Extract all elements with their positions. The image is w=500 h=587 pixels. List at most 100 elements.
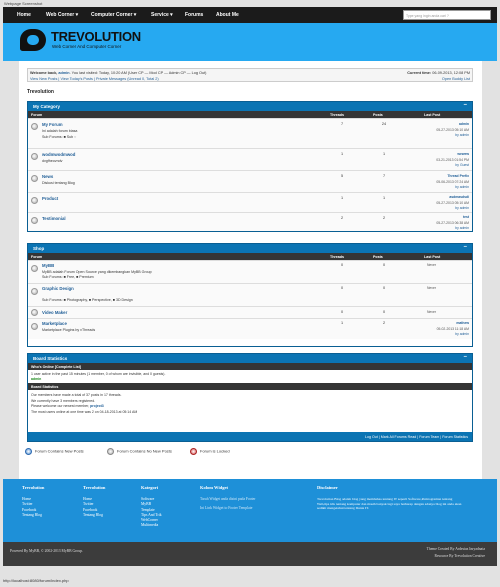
current-time-label: Current time: xyxy=(407,71,432,75)
welcome-panel: Welcome back, admin. You last visited: T… xyxy=(27,68,473,82)
nav-computer-corner[interactable]: Computer Corner ▾ xyxy=(91,12,136,18)
column-headers: Forum Threads Posts Last Post xyxy=(28,253,472,260)
last-post-author[interactable]: by admin xyxy=(455,133,469,137)
nav-forums[interactable]: Forums xyxy=(185,12,203,18)
post-count: 0 xyxy=(382,286,386,290)
forum-link[interactable]: Testimonial xyxy=(42,216,66,221)
thread-count: 1 xyxy=(340,152,344,156)
footer-col-trevolution-2: Trevolution Home Twitter Facebook Tentan… xyxy=(83,485,105,518)
category-my-category: My Category – Forum Threads Posts Last P… xyxy=(27,101,473,232)
sub-forums[interactable]: Sub Forums: ■ Sub ◌ xyxy=(42,135,76,139)
forum-link[interactable]: wodmwodmwod xyxy=(42,152,75,157)
collapse-icon[interactable]: – xyxy=(464,244,467,250)
thread-count: 1 xyxy=(340,321,344,325)
footer-link[interactable]: Multimedia xyxy=(141,523,162,528)
welcome-user-link[interactable]: admin xyxy=(58,71,69,75)
forum-link[interactable]: My Forum xyxy=(42,122,63,127)
nav-about-me[interactable]: About Me xyxy=(216,12,239,18)
last-post-author[interactable]: by admin xyxy=(455,206,469,210)
sub-forums[interactable]: Sub Forums: ■ Photography, ■ Perspective… xyxy=(42,298,133,302)
online-user-link[interactable]: admin xyxy=(31,377,41,381)
last-post-title[interactable]: wewew xyxy=(457,152,469,156)
screenshot-caption: Webpage Screenshot xyxy=(4,1,43,6)
forum-status-icon xyxy=(31,217,38,224)
forum-link[interactable]: Graphic Design xyxy=(42,286,74,291)
last-post-title[interactable]: test xyxy=(463,215,469,219)
forum-description: Ini adalah forum biasa xyxy=(42,129,78,133)
forum-link[interactable]: Marketplace xyxy=(42,321,67,326)
last-post-title[interactable]: asdmasdsdi xyxy=(449,195,469,199)
last-post-author[interactable]: by admin xyxy=(455,332,469,336)
forum-row: Product 1 1 asdmasdsdi 05-27-2013 05:10 … xyxy=(28,192,472,212)
forum-link[interactable]: Product xyxy=(42,196,58,201)
col-threads: Threads xyxy=(330,254,344,259)
forum-link[interactable]: Video Maker xyxy=(42,310,67,315)
last-post-author[interactable]: by admin xyxy=(455,226,469,230)
whos-online-title[interactable]: Who's Online [Complete List] xyxy=(31,365,81,369)
thread-count: 2 xyxy=(340,216,344,220)
last-post-title[interactable]: mathew xyxy=(456,321,469,325)
thread-count: 0 xyxy=(340,263,344,267)
breadcrumb[interactable]: Trevolution xyxy=(27,89,54,95)
search-input[interactable]: Type yang ingin anda cari ? xyxy=(403,10,491,20)
last-post-author[interactable]: by Guest xyxy=(455,163,469,167)
col-posts: Posts xyxy=(373,112,383,117)
current-time-value: 06-09-2013, 12:08 PM xyxy=(432,71,470,75)
forum-link[interactable]: News xyxy=(42,174,53,179)
last-post-date: 03-21-2013 01:54 PM xyxy=(436,158,469,162)
thread-count: 5 xyxy=(340,174,344,178)
forum-status-icon xyxy=(31,323,38,330)
forum-description: Diskusi tentang Blog xyxy=(42,181,75,185)
buddy-list-link[interactable]: Open Buddy List xyxy=(442,77,470,81)
nav-web-corner[interactable]: Web Corner ▾ xyxy=(46,12,78,18)
legend-new-label: Forum Contains New Posts xyxy=(35,448,84,454)
footer-link[interactable]: Tentang Blog xyxy=(22,513,44,518)
last-post-date: 05-02-2013 11:18 AM xyxy=(436,326,469,331)
whos-online-text: 1 user active in the past 15 minutes (1 … xyxy=(31,372,166,376)
last-post-author[interactable]: by admin xyxy=(455,185,469,189)
post-count: 2 xyxy=(382,321,386,325)
collapse-icon[interactable]: – xyxy=(464,102,467,108)
sub-forums[interactable]: Sub Forums: ■ Free, ■ Premium xyxy=(42,275,94,279)
widget-link[interactable]: Ini Link Widget to Footer Template xyxy=(200,506,256,511)
theme-credit[interactable]: Theme Created By Ardesiaz Inryadnata xyxy=(427,547,485,551)
col-threads: Threads xyxy=(330,112,344,117)
col-last-post: Last Post xyxy=(424,112,441,117)
forum-link[interactable]: MyBB xyxy=(42,263,54,268)
nav-service[interactable]: Service ▾ xyxy=(151,12,173,18)
footer-col-trevolution-1: Trevolution Home Twitter Facebook Tentan… xyxy=(22,485,44,518)
site-title[interactable]: TREVOLUTION xyxy=(51,29,141,44)
newest-member-link[interactable]: project3 xyxy=(90,404,104,408)
legend-new-posts: Forum Contains New Posts xyxy=(25,448,84,455)
last-post-title[interactable]: admin xyxy=(459,122,469,126)
nav-home[interactable]: Home xyxy=(17,12,31,18)
post-count: 0 xyxy=(382,309,386,314)
last-post-date: 05-27-2013 05:10 AM xyxy=(436,128,469,132)
powered-by[interactable]: Powered By MyBB, © 2002-2013 MyBB Group. xyxy=(10,549,83,553)
category-title[interactable]: Shop xyxy=(33,246,44,251)
thread-count: 0 xyxy=(340,286,344,290)
collapse-icon[interactable]: – xyxy=(464,354,467,360)
col-last-post: Last Post xyxy=(424,254,441,259)
site-footer: Trevolution Home Twitter Facebook Tentan… xyxy=(3,479,497,542)
forum-status-icon xyxy=(31,309,38,316)
quick-links[interactable]: View New Posts | View Today's Posts | Pr… xyxy=(30,77,159,81)
post-count: 1 xyxy=(382,152,386,156)
resource-credit[interactable]: Resource By Trevolution Creative xyxy=(435,554,486,558)
stats-footer-links[interactable]: Log Out | Mark All Forums Read | Forum T… xyxy=(365,435,468,439)
main-content: Welcome back, admin. You last visited: T… xyxy=(19,61,482,479)
welcome-line: Welcome back, admin. You last visited: T… xyxy=(30,71,206,75)
forum-row: MyBB MyBB adalah Forum Open Source yang … xyxy=(28,260,472,283)
stats-footer: Log Out | Mark All Forums Read | Forum T… xyxy=(28,432,472,441)
disclaimer-text: Trevolution Blog adalah blog yang membah… xyxy=(317,497,462,511)
footer-heading: Kategori xyxy=(141,485,158,490)
last-post-title[interactable]: Thread Prefix xyxy=(447,174,469,178)
category-shop: Shop – Forum Threads Posts Last Post MyB… xyxy=(27,243,473,347)
footer-link[interactable]: Tentang Blog xyxy=(83,513,105,518)
top-nav: Home Web Corner ▾ Computer Corner ▾ Serv… xyxy=(3,7,497,23)
forum-status-icon xyxy=(31,123,38,130)
thread-count: 0 xyxy=(340,309,344,314)
last-post-date: Never xyxy=(426,286,436,290)
category-title[interactable]: My Category xyxy=(33,104,60,109)
no-new-posts-icon xyxy=(107,448,114,455)
